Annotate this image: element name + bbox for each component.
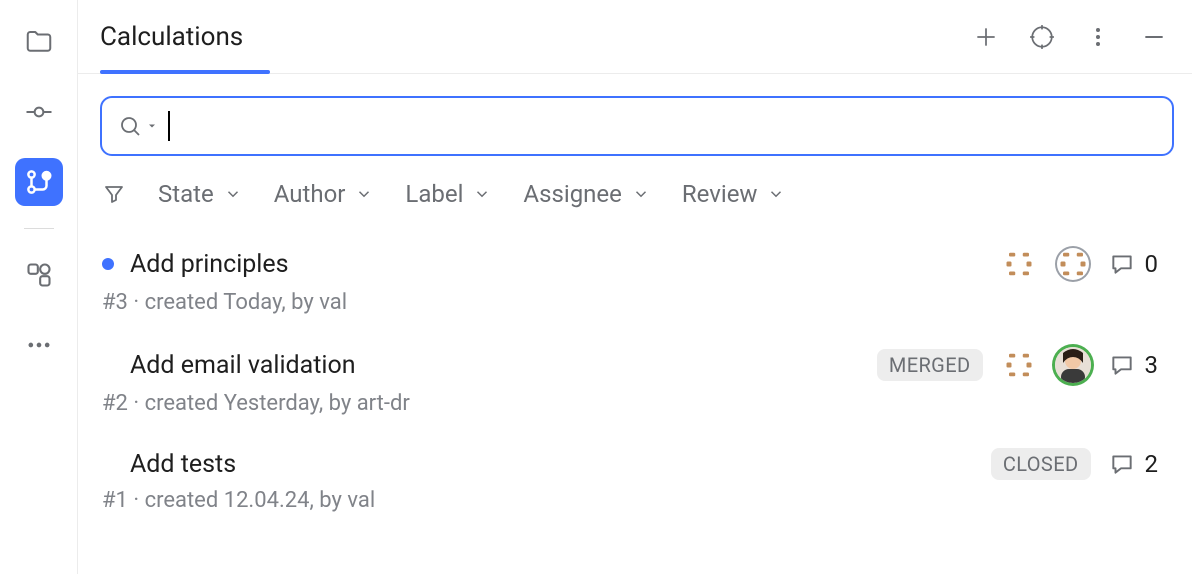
comment-icon bbox=[1109, 251, 1135, 277]
more-vertical-icon bbox=[1086, 25, 1110, 49]
chevron-down-icon bbox=[632, 185, 650, 203]
chevron-down-icon bbox=[224, 185, 242, 203]
chevron-down-icon bbox=[473, 185, 491, 203]
avatar[interactable] bbox=[1001, 347, 1037, 383]
tab-underline bbox=[100, 70, 270, 74]
chevron-down-icon bbox=[355, 185, 373, 203]
crosshair-icon bbox=[1029, 24, 1055, 50]
more-button[interactable] bbox=[1084, 25, 1112, 49]
item-meta: #1 · created 12.04.24, by val bbox=[102, 488, 1158, 513]
avatar[interactable] bbox=[1055, 246, 1091, 282]
filter-review-label: Review bbox=[682, 180, 758, 208]
left-rail bbox=[0, 0, 78, 574]
search-box[interactable] bbox=[100, 96, 1174, 156]
active-tab[interactable]: Calculations bbox=[100, 0, 243, 73]
merge-request-icon bbox=[24, 167, 54, 197]
minus-icon bbox=[1141, 24, 1167, 50]
comment-count[interactable]: 2 bbox=[1109, 450, 1159, 478]
titlebar: Calculations bbox=[78, 0, 1192, 74]
search-input[interactable] bbox=[180, 112, 1157, 140]
list-item[interactable]: Add email validation MERGED 3 #2 · create… bbox=[102, 333, 1158, 434]
chevron-down-icon bbox=[767, 185, 785, 203]
text-caret bbox=[168, 111, 170, 141]
comment-count[interactable]: 0 bbox=[1109, 250, 1159, 278]
search-icon bbox=[118, 114, 142, 138]
chevron-down-icon[interactable] bbox=[146, 120, 158, 132]
filter-bar: State Author Label Assignee Review bbox=[78, 164, 1192, 226]
filter-icon[interactable] bbox=[102, 182, 126, 206]
merge-request-list: Add principles 0 #3 · created Today, by … bbox=[78, 226, 1192, 531]
avatar[interactable] bbox=[1055, 347, 1091, 383]
status-badge: MERGED bbox=[877, 349, 983, 381]
rail-merge-requests-button[interactable] bbox=[15, 158, 63, 206]
more-horizontal-icon bbox=[25, 331, 53, 359]
list-item[interactable]: Add tests CLOSED 2 #1 · created 12.04.24,… bbox=[102, 434, 1158, 531]
target-button[interactable] bbox=[1028, 24, 1056, 50]
rail-more-button[interactable] bbox=[15, 321, 63, 369]
commit-icon bbox=[24, 97, 54, 127]
item-meta: #2 · created Yesterday, by art-dr bbox=[102, 391, 1158, 416]
folder-icon bbox=[24, 27, 54, 57]
comment-icon bbox=[1109, 451, 1135, 477]
comment-count[interactable]: 3 bbox=[1109, 351, 1159, 379]
open-status-dot bbox=[102, 258, 114, 270]
filter-label-label: Label bbox=[405, 180, 463, 208]
rail-folder-button[interactable] bbox=[15, 18, 63, 66]
item-title: Add tests bbox=[130, 450, 236, 479]
filter-author[interactable]: Author bbox=[274, 180, 374, 208]
rail-commit-button[interactable] bbox=[15, 88, 63, 136]
plus-icon bbox=[973, 24, 999, 50]
new-button[interactable] bbox=[972, 24, 1000, 50]
rail-apps-button[interactable] bbox=[15, 251, 63, 299]
status-badge: CLOSED bbox=[991, 448, 1091, 480]
apps-icon bbox=[25, 261, 53, 289]
filter-state-label: State bbox=[158, 180, 214, 208]
item-title: Add email validation bbox=[130, 351, 356, 380]
tab-title: Calculations bbox=[100, 22, 243, 52]
filter-assignee[interactable]: Assignee bbox=[523, 180, 649, 208]
comment-icon bbox=[1109, 352, 1135, 378]
filter-review[interactable]: Review bbox=[682, 180, 786, 208]
avatar[interactable] bbox=[1001, 246, 1037, 282]
list-item[interactable]: Add principles 0 #3 · created Today, by … bbox=[102, 232, 1158, 333]
item-title: Add principles bbox=[130, 250, 289, 279]
filter-label[interactable]: Label bbox=[405, 180, 491, 208]
filter-assignee-label: Assignee bbox=[523, 180, 621, 208]
rail-divider bbox=[24, 228, 54, 229]
item-meta: #3 · created Today, by val bbox=[102, 290, 1158, 315]
filter-author-label: Author bbox=[274, 180, 346, 208]
filter-state[interactable]: State bbox=[158, 180, 242, 208]
minimize-button[interactable] bbox=[1140, 24, 1168, 50]
